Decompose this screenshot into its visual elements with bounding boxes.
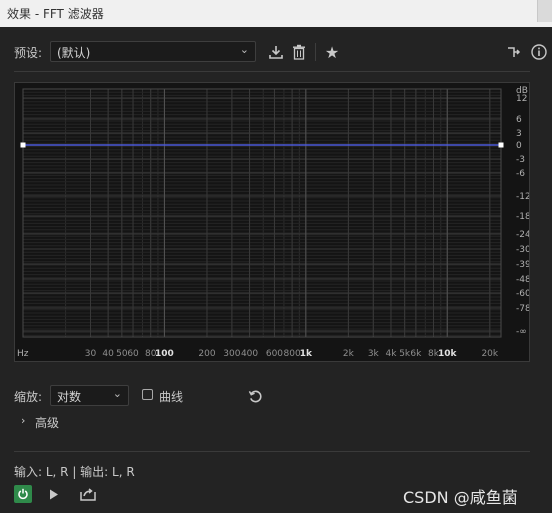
preset-select[interactable]: (默认) ⌄ [50,41,256,62]
y-tick-label: -∞ [516,327,527,337]
header-divider [14,71,530,72]
fft-graph-frame: Hz 30 40 50 60 80 100 200 300 400 600 800 1k 2k 3k 4k 5k… [14,82,530,362]
x-tick-label: 40 [102,349,114,359]
y-tick-label: -6 [516,169,525,179]
y-tick-label: 12 [516,94,527,104]
x-tick-label: 300 [223,349,240,359]
x-tick-label: 6k [410,349,422,359]
power-icon[interactable] [14,485,32,503]
x-tick-label: 3k [368,349,380,359]
x-tick-label: 60 [127,349,139,359]
chevron-right-icon[interactable]: › [21,414,25,427]
y-tick-label: -12 [516,192,529,202]
preset-label: 预设: [14,46,43,60]
x-tick-label: 50 [116,349,128,359]
routing-icon[interactable] [505,42,523,62]
watermark: CSDN @咸鱼菌 [403,488,518,507]
y-tick-label: -60 [516,289,529,299]
play-icon[interactable] [45,485,63,503]
x-tick-label: 5k [399,349,411,359]
curve-checkbox[interactable] [142,389,153,400]
x-tick-label: 800 [284,349,301,359]
curve-handle-start[interactable] [20,142,26,148]
x-tick-label: 20k [481,349,498,359]
advanced-toggle[interactable]: 高级 [35,414,59,431]
y-tick-label: -48 [516,275,529,285]
download-icon[interactable] [266,42,286,62]
x-tick-label: 600 [266,349,283,359]
y-tick-label: -30 [516,245,529,255]
y-tick-label: -39 [516,260,529,270]
io-routing: 输入: L, R | 输出: L, R [14,465,135,479]
window-control-button[interactable] [537,0,552,22]
scale-label: 缩放: [14,390,43,404]
x-tick-label: 10k [438,349,458,359]
x-tick-label: 30 [85,349,97,359]
footer-divider [14,451,530,452]
x-tick-label: 2k [343,349,355,359]
info-icon[interactable] [529,42,549,62]
chevron-down-icon: ⌄ [112,387,122,400]
trash-icon[interactable] [289,42,309,62]
star-icon[interactable]: ★ [322,42,342,62]
curve-handle-end[interactable] [498,142,504,148]
y-tick-label: -78 [516,304,529,314]
y-tick-label: -18 [516,212,529,222]
scale-value: 对数 [57,390,82,404]
y-tick-label: 0 [516,141,522,151]
y-tick-label: 3 [516,129,522,139]
x-tick-label: 1k [300,349,313,359]
x-tick-label: 200 [198,349,215,359]
x-tick-label: 100 [155,349,174,359]
y-tick-label: -24 [516,230,529,240]
x-tick-label: 4k [385,349,397,359]
curve-checkbox-label[interactable]: 曲线 [159,388,183,405]
preset-value: (默认) [57,46,91,60]
y-tick-label: -3 [516,155,525,165]
title-bar: 效果 - FFT 滤波器 [0,0,552,27]
toolbar-separator [315,43,316,61]
x-tick-label: 400 [241,349,258,359]
fft-graph[interactable]: Hz 30 40 50 60 80100 200 300 400 600 8001k 2k 3k 4k 5k… [15,83,529,361]
export-icon[interactable] [78,485,98,503]
x-axis-unit: Hz [17,349,29,359]
chevron-down-icon: ⌄ [239,43,249,56]
scale-select[interactable]: 对数 ⌄ [50,385,129,406]
reset-icon[interactable] [245,386,265,406]
y-tick-label: 6 [516,115,522,125]
window-title: 效果 - FFT 滤波器 [7,7,104,21]
